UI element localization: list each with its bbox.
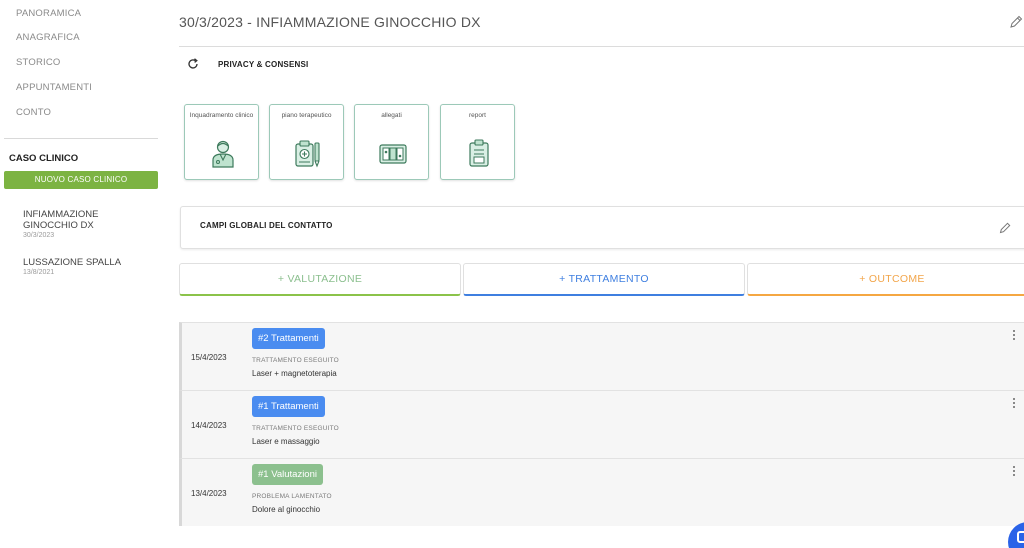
case-date: 13/8/2021: [23, 269, 55, 276]
row-date: 13/4/2023: [191, 489, 227, 498]
nav-item-storico[interactable]: STORICO: [16, 57, 61, 68]
privacy-label: PRIVACY & CONSENSI: [218, 59, 309, 69]
card-report[interactable]: report: [440, 104, 515, 180]
row-badge[interactable]: #1 Trattamenti: [252, 396, 325, 417]
row-menu-kebab-icon[interactable]: [1010, 398, 1018, 412]
case-title: INFIAMMAZIONE GINOCCHIO DX: [23, 209, 99, 231]
case-date: 30/3/2023: [23, 232, 55, 239]
chat-icon: [1017, 531, 1024, 543]
case-heading: CASO CLINICO: [9, 153, 79, 164]
card-label: piano terapeutico: [281, 112, 332, 119]
nav-item-anagrafica[interactable]: ANAGRAFICA: [16, 32, 80, 43]
add-trattamento-button[interactable]: + TRATTAMENTO: [463, 263, 745, 296]
sidebar: PANORAMICA ANAGRAFICA STORICO APPUNTAMEN…: [0, 0, 170, 548]
row-type: PROBLEMA LAMENTATO: [252, 493, 332, 500]
row-description: Dolore al ginocchio: [252, 505, 321, 514]
global-fields-label: CAMPI GLOBALI DEL CONTATTO: [200, 221, 333, 230]
row-menu-kebab-icon[interactable]: [1010, 466, 1018, 480]
nav-item-conto[interactable]: CONTO: [16, 107, 51, 118]
page-title: 30/3/2023 - INFIAMMAZIONE GINOCCHIO DX: [179, 14, 481, 30]
timeline: 15/4/2023 #2 Trattamenti TRATTAMENTO ESE…: [179, 322, 1024, 526]
row-date: 15/4/2023: [191, 353, 227, 362]
row-description: Laser + magnetoterapia: [252, 369, 337, 378]
timeline-row[interactable]: 15/4/2023 #2 Trattamenti TRATTAMENTO ESE…: [179, 322, 1024, 390]
row-type: TRATTAMENTO ESEGUITO: [252, 425, 339, 432]
row-badge[interactable]: #1 Valutazioni: [252, 464, 323, 485]
case-title: LUSSAZIONE SPALLA: [23, 257, 122, 268]
row-badge[interactable]: #2 Trattamenti: [252, 328, 325, 349]
card-label: allegati: [381, 112, 402, 119]
card-label: Inquadramento clinico: [189, 112, 254, 119]
nav-item-appuntamenti[interactable]: APPUNTAMENTI: [16, 82, 92, 93]
card-label: report: [469, 112, 486, 119]
edit-title-pencil-icon[interactable]: [1008, 14, 1024, 30]
row-menu-kebab-icon[interactable]: [1010, 330, 1018, 344]
refresh-icon[interactable]: [186, 57, 200, 71]
case-item-lussazione[interactable]: LUSSAZIONE SPALLA 13/8/2021: [23, 257, 153, 276]
report-clipboard-icon: [469, 139, 489, 167]
card-allegati[interactable]: allegati: [354, 104, 429, 180]
edit-global-fields-pencil-icon[interactable]: [998, 221, 1012, 235]
case-item-infiammazione[interactable]: INFIAMMAZIONE GINOCCHIO DX 30/3/2023: [23, 209, 153, 239]
global-contact-fields-panel: CAMPI GLOBALI DEL CONTATTO: [180, 206, 1024, 249]
row-date: 14/4/2023: [191, 421, 227, 430]
row-description: Laser e massaggio: [252, 437, 320, 446]
add-valutazione-button[interactable]: + VALUTAZIONE: [179, 263, 461, 296]
add-outcome-button[interactable]: + OUTCOME: [747, 263, 1024, 296]
row-type: TRATTAMENTO ESEGUITO: [252, 357, 339, 364]
new-case-button[interactable]: NUOVO CASO CLINICO: [4, 171, 158, 189]
header-divider: [179, 46, 1024, 47]
timeline-row[interactable]: 13/4/2023 #1 Valutazioni PROBLEMA LAMENT…: [179, 458, 1024, 526]
nav-item-panoramica[interactable]: PANORAMICA: [16, 8, 81, 19]
card-inquadramento-clinico[interactable]: Inquadramento clinico: [184, 104, 259, 180]
attachments-icon: [379, 144, 407, 164]
privacy-consents-row[interactable]: PRIVACY & CONSENSI: [186, 57, 308, 71]
doctor-icon: [212, 140, 234, 168]
timeline-row[interactable]: 14/4/2023 #1 Trattamenti TRATTAMENTO ESE…: [179, 390, 1024, 458]
card-piano-terapeutico[interactable]: piano terapeutico: [269, 104, 344, 180]
therapy-plan-icon: [295, 140, 320, 168]
sidebar-divider: [4, 138, 158, 139]
